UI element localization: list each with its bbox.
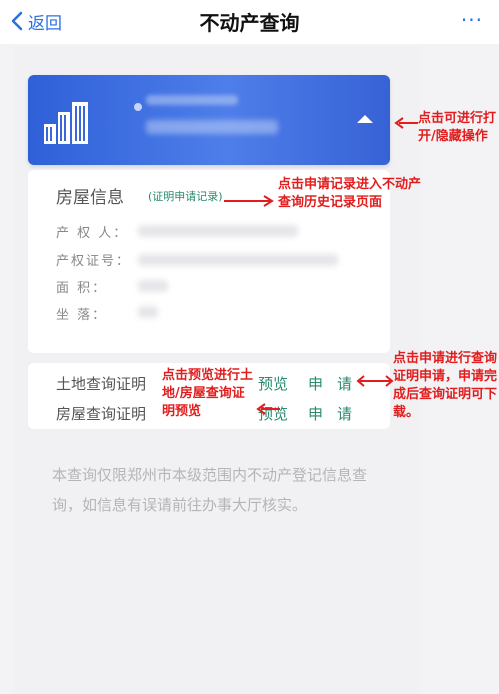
- annotation-arrow-icon: [224, 195, 274, 207]
- house-proof-label: 房屋查询证明: [56, 405, 147, 423]
- collapse-toggle-icon[interactable]: [357, 115, 373, 123]
- annotation-arrow-icon: [394, 117, 418, 129]
- building-icon: [44, 102, 88, 144]
- annotation-arrow-icon: [356, 375, 394, 387]
- nav-bar: 返回 不动产查询 ···: [0, 0, 499, 44]
- annotation-arrow-icon: [256, 403, 280, 415]
- more-icon[interactable]: ···: [461, 8, 483, 32]
- annotation-record: 点击申请记录进入不动产查询历史记录页面: [278, 177, 422, 210]
- disclaimer-note: 本查询仅限郑州市本级范围内不动产登记信息查询，如信息有误请前往办事大厅核实。: [52, 466, 368, 514]
- section-title: 房屋信息: [56, 188, 124, 208]
- owner-label: 产 权 人：: [56, 226, 129, 241]
- annotation-preview: 点击预览进行土地/房屋查询证明预览: [162, 368, 254, 419]
- annotation-toggle: 点击可进行打开/隐藏操作: [418, 111, 497, 144]
- location-label: 坐 落：: [56, 308, 108, 323]
- property-card[interactable]: [28, 75, 390, 165]
- house-apply-button[interactable]: 申请: [308, 403, 366, 424]
- location-value: [138, 306, 158, 318]
- redacted-dot: [134, 103, 142, 111]
- cert-number-value: [138, 254, 338, 266]
- apply-record-link[interactable]: (证明申请记录): [148, 188, 223, 204]
- redacted-cert: [146, 120, 278, 134]
- area-value: [138, 280, 168, 292]
- annotation-apply: 点击申请进行查询证明申请，申请完成后查询证明可下载。: [393, 351, 498, 420]
- area-label: 面 积：: [56, 281, 108, 296]
- page-title: 不动产查询: [199, 11, 300, 35]
- owner-value: [138, 225, 298, 237]
- redacted-owner: [146, 95, 238, 105]
- land-proof-label: 土地查询证明: [56, 375, 147, 393]
- cert-number-label: 产权证号：: [56, 254, 132, 269]
- land-preview-button[interactable]: 预览: [258, 373, 288, 394]
